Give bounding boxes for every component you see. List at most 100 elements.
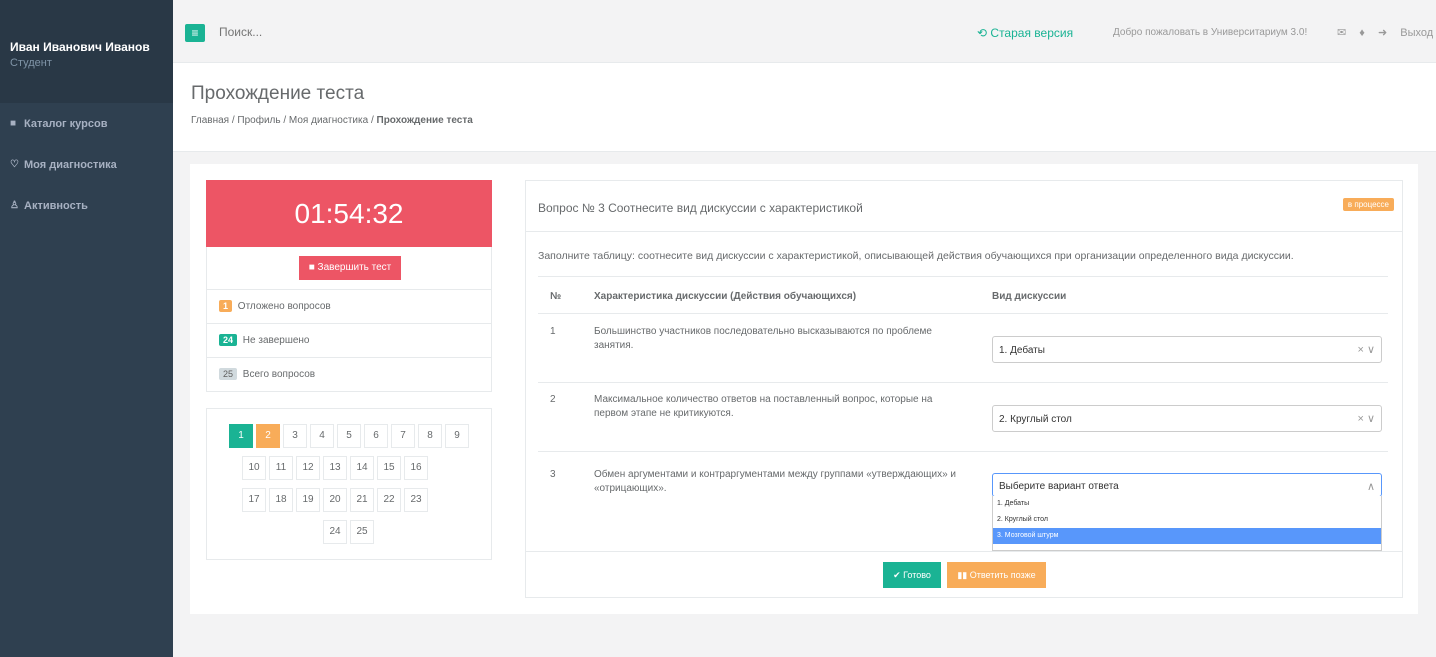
refresh-icon: ⟲: [977, 26, 988, 40]
divider: [538, 313, 1388, 314]
menu-toggle-button[interactable]: ≡: [185, 24, 205, 42]
postponed-count-badge: 1: [219, 300, 233, 312]
bell-icon[interactable]: ♦: [1359, 27, 1365, 39]
mail-icon[interactable]: ✉: [1337, 27, 1346, 39]
page-title: Прохождение теста: [191, 83, 365, 104]
stat-unfinished: 24 Не завершено: [206, 324, 492, 358]
old-version-link[interactable]: ⟲ Старая версия: [977, 26, 1073, 40]
page-button[interactable]: 3: [283, 424, 307, 448]
check-icon: ✔: [893, 570, 901, 580]
dropdown-option[interactable]: 2. Круглый стол: [993, 512, 1381, 528]
grid-icon: ■: [10, 118, 17, 129]
row-number: 3: [550, 469, 556, 480]
divider: [538, 276, 1388, 277]
sidebar-item-diagnostics[interactable]: ♡ Моя диагностика: [0, 144, 173, 185]
status-badge: в процессе: [1342, 198, 1394, 211]
row-characteristic: Большинство участников последовательно в…: [594, 326, 932, 351]
top-navbar: ≡ ⟲ Старая версия Добро пожаловать в Уни…: [173, 0, 1436, 63]
page-button[interactable]: 8: [418, 424, 442, 448]
user-profile: Иван Иванович Иванов Студент: [0, 0, 173, 103]
done-label: Готово: [903, 570, 931, 580]
page-button[interactable]: 18: [269, 488, 293, 512]
question-pager: 1 2 3 4 5 6 7 8 9 10 11 12 13 14 15 16 1…: [206, 408, 492, 560]
answer-select-1[interactable]: 1. Дебаты × ∨: [992, 336, 1382, 363]
selected-value: 1. Дебаты: [999, 345, 1045, 356]
page-button[interactable]: 19: [296, 488, 320, 512]
sidebar-item-label: Активность: [24, 199, 88, 212]
page-button[interactable]: 10: [242, 456, 266, 480]
done-button[interactable]: ✔ Готово: [883, 562, 941, 588]
page-button[interactable]: 16: [404, 456, 428, 480]
pause-icon: ▮▮: [957, 570, 968, 580]
column-header-discussion-type: Вид дискуссии: [992, 291, 1067, 302]
clear-icon[interactable]: ×: [1357, 344, 1363, 356]
breadcrumb-current: Прохождение теста: [376, 115, 473, 126]
select-controls: × ∨: [1357, 343, 1375, 356]
breadcrumb-home[interactable]: Главная: [191, 115, 229, 126]
breadcrumb-profile[interactable]: Профиль: [237, 115, 280, 126]
page-button[interactable]: 9: [445, 424, 469, 448]
page-button[interactable]: 25: [350, 520, 374, 544]
divider: [538, 382, 1388, 383]
select-controls: × ∨: [1357, 412, 1375, 425]
page-button[interactable]: 6: [364, 424, 388, 448]
total-count-badge: 25: [219, 368, 238, 380]
stat-total: 25 Всего вопросов: [206, 358, 492, 392]
page-button[interactable]: 12: [296, 456, 320, 480]
page-button[interactable]: 1: [229, 424, 253, 448]
breadcrumb-separator: /: [231, 115, 235, 126]
selected-value: 2. Круглый стол: [999, 414, 1072, 425]
logout-label: Выход: [1400, 27, 1434, 39]
chevron-down-icon: ∨: [1366, 413, 1375, 425]
finish-test-button[interactable]: ■ Завершить тест: [299, 256, 401, 280]
page-button[interactable]: 24: [323, 520, 347, 544]
welcome-text: Добро пожаловать в Университариум 3.0!: [1113, 27, 1308, 38]
breadcrumb-diagnostics[interactable]: Моя диагностика: [289, 115, 368, 126]
question-panel: Вопрос № 3 Соотнесите вид дискуссии с ха…: [525, 180, 1403, 598]
divider: [526, 231, 1402, 232]
test-content: 01:54:32 ■ Завершить тест 1 Отложено воп…: [190, 164, 1418, 614]
stat-label: Не завершено: [242, 335, 310, 346]
page-button[interactable]: 15: [377, 456, 401, 480]
page-button[interactable]: 2: [256, 424, 280, 448]
answer-select-3[interactable]: Выберите вариант ответа ∧: [992, 473, 1382, 497]
clear-icon[interactable]: ×: [1357, 413, 1363, 425]
page-button[interactable]: 7: [391, 424, 415, 448]
row-characteristic: Обмен аргументами и контраргументами меж…: [594, 469, 957, 494]
divider: [526, 551, 1402, 552]
dropdown-option[interactable]: 3. Мозговой штурм: [993, 528, 1381, 544]
column-header-number: №: [550, 291, 562, 302]
row-number: 1: [550, 326, 556, 337]
breadcrumb: Главная / Профиль / Моя диагностика / Пр…: [191, 115, 1436, 126]
page-button[interactable]: 21: [350, 488, 374, 512]
finish-test-label: Завершить тест: [317, 262, 392, 273]
page-button[interactable]: 14: [350, 456, 374, 480]
user-name: Иван Иванович Иванов: [10, 40, 150, 54]
page-button[interactable]: 5: [337, 424, 361, 448]
page-button[interactable]: 22: [377, 488, 401, 512]
activity-icon: ♙: [10, 200, 19, 211]
unfinished-count-badge: 24: [219, 334, 238, 346]
answer-select-2[interactable]: 2. Круглый стол × ∨: [992, 405, 1382, 432]
search-input[interactable]: [219, 25, 519, 39]
timer: 01:54:32: [206, 180, 492, 247]
finish-area: ■ Завершить тест: [206, 247, 492, 290]
sidebar: Иван Иванович Иванов Студент ■ Каталог к…: [0, 0, 173, 657]
page-button[interactable]: 13: [323, 456, 347, 480]
answer-later-button[interactable]: ▮▮ Ответить позже: [947, 562, 1046, 588]
sidebar-item-activity[interactable]: ♙ Активность: [0, 185, 173, 226]
dropdown-option[interactable]: 1. Дебаты: [993, 496, 1381, 512]
page-header: Прохождение теста Главная / Профиль / Мо…: [173, 63, 1436, 152]
old-version-label: Старая версия: [990, 26, 1074, 40]
page-button[interactable]: 17: [242, 488, 266, 512]
sidebar-item-catalog[interactable]: ■ Каталог курсов: [0, 103, 173, 144]
sidebar-item-label: Каталог курсов: [24, 117, 108, 130]
page-button[interactable]: 4: [310, 424, 334, 448]
page-button[interactable]: 11: [269, 456, 293, 480]
answer-options-dropdown: 1. Дебаты 2. Круглый стол 3. Мозговой шт…: [992, 496, 1382, 551]
page-button[interactable]: 20: [323, 488, 347, 512]
sidebar-item-label: Моя диагностика: [24, 158, 117, 171]
page-button[interactable]: 23: [404, 488, 428, 512]
logout-link[interactable]: ➜ Выход: [1378, 27, 1436, 39]
divider: [538, 451, 1388, 452]
